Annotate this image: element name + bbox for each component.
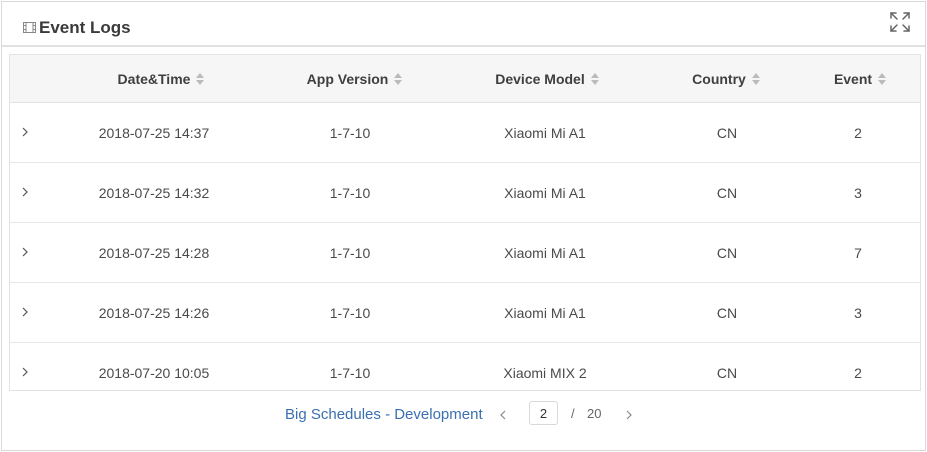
cell-device-model: Xiaomi Mi A1 <box>504 125 586 141</box>
chevron-right-icon[interactable] <box>18 365 32 379</box>
column-header-datetime[interactable]: Date&Time <box>106 55 216 103</box>
cell-app-version: 1-7-10 <box>329 245 371 261</box>
chevron-right-icon[interactable] <box>18 305 32 319</box>
panel-title: Event Logs <box>39 18 131 37</box>
cell-datetime: 2018-07-25 14:26 <box>98 305 210 321</box>
cell-event: 3 <box>854 305 862 321</box>
schedule-link[interactable]: Big Schedules - Development <box>285 406 483 423</box>
column-header-event[interactable]: Event <box>825 55 895 103</box>
cell-datetime: 2018-07-25 14:32 <box>98 185 210 201</box>
table-row[interactable]: 2018-07-25 14:28 1-7-10 Xiaomi Mi A1 CN … <box>10 223 920 283</box>
sort-icon <box>590 73 599 86</box>
cell-device-model: Xiaomi Mi A1 <box>504 245 586 261</box>
chevron-left-icon[interactable] <box>497 408 509 422</box>
table-row[interactable]: 2018-07-25 14:26 1-7-10 Xiaomi Mi A1 CN … <box>10 283 920 343</box>
chevron-right-icon[interactable] <box>18 185 32 199</box>
page-number-input[interactable] <box>529 401 558 425</box>
cell-device-model: Xiaomi Mi A1 <box>504 185 586 201</box>
column-label: Event <box>833 71 873 87</box>
column-label: Date&Time <box>117 71 191 87</box>
table-header: Date&Time App Version Device Model Count… <box>10 55 920 103</box>
expand-icon[interactable] <box>889 11 911 33</box>
cell-event: 2 <box>854 125 862 141</box>
column-label: Device Model <box>495 71 585 87</box>
panel-header: Event Logs <box>2 2 925 47</box>
cell-country: CN <box>716 125 738 141</box>
cell-event: 2 <box>854 365 862 381</box>
column-label: Country <box>692 71 746 87</box>
cell-datetime: 2018-07-25 14:37 <box>98 125 210 141</box>
cell-device-model: Xiaomi Mi A1 <box>504 305 586 321</box>
film-icon <box>23 22 36 33</box>
cell-app-version: 1-7-10 <box>329 125 371 141</box>
cell-app-version: 1-7-10 <box>329 185 371 201</box>
chevron-right-icon[interactable] <box>18 245 32 259</box>
cell-country: CN <box>716 245 738 261</box>
cell-event: 7 <box>854 245 862 261</box>
pagination: Big Schedules - Development / 20 <box>2 400 925 430</box>
column-label: App Version <box>306 71 389 87</box>
cell-event: 3 <box>854 185 862 201</box>
chevron-right-icon[interactable] <box>18 125 32 139</box>
total-pages: 20 <box>587 406 602 421</box>
column-header-app-version[interactable]: App Version <box>297 55 412 103</box>
page-separator: / <box>571 406 575 421</box>
column-header-country[interactable]: Country <box>686 55 766 103</box>
event-table: Date&Time App Version Device Model Count… <box>9 54 921 391</box>
table-row[interactable]: 2018-07-25 14:37 1-7-10 Xiaomi Mi A1 CN … <box>10 103 920 163</box>
chevron-right-icon[interactable] <box>623 408 635 422</box>
cell-app-version: 1-7-10 <box>329 365 371 381</box>
cell-country: CN <box>716 305 738 321</box>
table-row[interactable]: 2018-07-20 10:05 1-7-10 Xiaomi MIX 2 CN … <box>10 343 920 390</box>
cell-device-model: Xiaomi MIX 2 <box>503 365 587 381</box>
event-logs-panel: Event Logs Date&Time App Version Device … <box>1 1 926 451</box>
column-header-device-model[interactable]: Device Model <box>487 55 607 103</box>
table-row[interactable]: 2018-07-25 14:32 1-7-10 Xiaomi Mi A1 CN … <box>10 163 920 223</box>
sort-icon <box>878 73 887 86</box>
sort-icon <box>751 73 760 86</box>
cell-country: CN <box>716 185 738 201</box>
cell-country: CN <box>716 365 738 381</box>
cell-datetime: 2018-07-25 14:28 <box>98 245 210 261</box>
sort-icon <box>196 73 205 86</box>
cell-app-version: 1-7-10 <box>329 305 371 321</box>
cell-datetime: 2018-07-20 10:05 <box>98 365 210 381</box>
sort-icon <box>394 73 403 86</box>
